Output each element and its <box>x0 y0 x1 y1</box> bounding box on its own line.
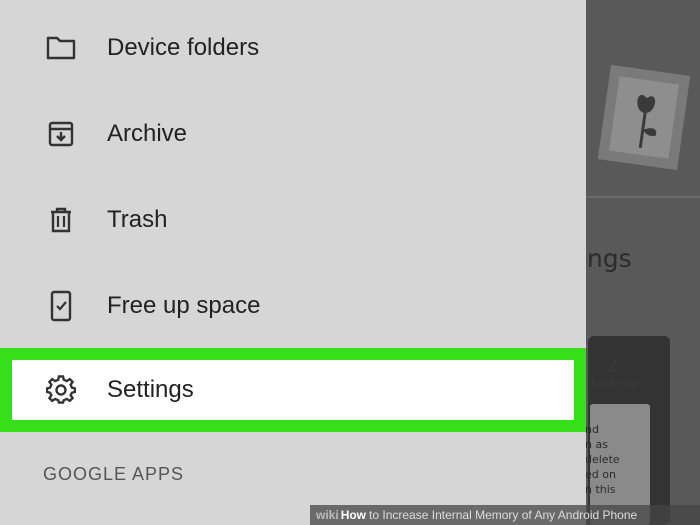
drawer-item-device-folders[interactable]: Device folders <box>0 18 586 78</box>
background-heading: ings <box>580 244 632 273</box>
drawer-item-label: Settings <box>107 376 194 403</box>
background-divider <box>586 196 700 198</box>
watermark-how: How <box>340 508 367 522</box>
phone-check-icon <box>46 290 76 322</box>
drawer-item-free-up-space[interactable]: Free up space <box>0 276 586 336</box>
drawer-item-label: Free up space <box>107 292 261 319</box>
navigation-drawer: Device folders Archive Trash Free up spa… <box>0 0 586 525</box>
gear-icon <box>46 375 76 405</box>
force-stop-label: Force stop <box>591 379 638 389</box>
archive-icon <box>46 119 76 149</box>
trash-icon <box>46 205 76 235</box>
drawer-item-trash[interactable]: Trash <box>0 190 586 250</box>
drawer-item-label: Archive <box>107 120 188 147</box>
background-photo <box>597 64 691 171</box>
watermark-wiki: wiki <box>316 508 339 522</box>
drawer-item-label: Trash <box>107 206 168 233</box>
section-heading-google-apps: GOOGLE APPS <box>43 464 185 484</box>
watermark-title: to Increase Internal Memory of Any Andro… <box>369 508 638 522</box>
folder-icon <box>46 33 76 63</box>
drawer-item-settings[interactable]: Settings <box>0 360 586 420</box>
drawer-item-archive[interactable]: Archive <box>0 104 586 164</box>
warning-icon: △ <box>609 357 620 373</box>
watermark: wiki How to Increase Internal Memory of … <box>310 505 700 525</box>
background-text: nd n as delete ed on n this <box>585 423 620 496</box>
drawer-item-label: Device folders <box>107 34 260 61</box>
